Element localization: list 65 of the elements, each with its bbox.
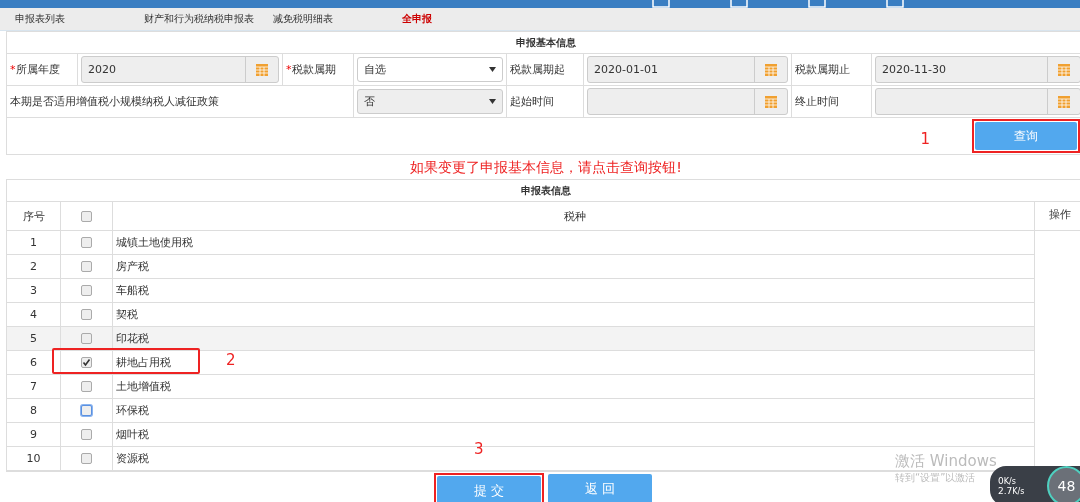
calendar-icon [1058, 63, 1070, 76]
table-cell: 2 [7, 254, 61, 279]
table-cell: 印花税 [112, 326, 1035, 351]
date-field[interactable] [875, 88, 1080, 115]
checkbox[interactable] [81, 453, 92, 465]
checkbox[interactable] [81, 357, 92, 369]
document-icon[interactable] [652, 0, 670, 8]
callout-number: 1 [920, 130, 930, 148]
table-cell: 8 [7, 398, 61, 423]
checkbox[interactable] [81, 285, 92, 297]
field-label: 终止时间 [795, 94, 839, 109]
tab[interactable]: 全申报 [396, 12, 525, 26]
column-header: 序号 [7, 202, 61, 231]
notice-text: 如果变更了申报基本信息，请点击查询按钮! [409, 158, 683, 177]
calendar-icon [765, 63, 777, 76]
section-title: 申报基本信息 [7, 32, 1080, 54]
field-label: 起始时间 [510, 94, 554, 109]
column-header: 税种 [112, 202, 1035, 231]
section-title: 申报表信息 [7, 180, 1080, 202]
calendar-icon [1058, 95, 1070, 108]
table-cell: 4 [7, 302, 61, 327]
date-field[interactable] [587, 88, 788, 115]
date-field[interactable]: 2020 [81, 56, 279, 83]
table-cell: 5 [7, 326, 61, 351]
document-icon[interactable] [886, 0, 904, 8]
checkbox[interactable] [81, 211, 92, 222]
callout-number: 2 [226, 351, 236, 369]
checkbox[interactable] [81, 381, 92, 393]
column-header: 操作 [1034, 202, 1080, 231]
checkbox[interactable] [81, 261, 92, 273]
field-label: 本期是否适用增值税小规模纳税人减征政策 [10, 94, 219, 109]
table-cell: 10 [7, 446, 61, 471]
document-icon[interactable] [730, 0, 748, 8]
upload-speed: 0K/s [998, 476, 1017, 486]
tab[interactable]: 财产和行为税纳税申报表 [138, 12, 267, 26]
calendar-icon [765, 95, 777, 108]
usage-gauge: 48 [1046, 466, 1080, 502]
checkbox[interactable] [81, 429, 92, 441]
dropdown[interactable]: 自选 [357, 57, 503, 82]
table-cell: 3 [7, 278, 61, 303]
field-label: 税款属期起 [510, 62, 565, 77]
calendar-icon [256, 63, 268, 76]
activation-title: 激活 Windows [895, 452, 997, 471]
field-label: 税款属期 [291, 62, 336, 77]
checkbox[interactable] [81, 405, 92, 417]
caret-icon [489, 99, 496, 104]
checkbox[interactable] [81, 237, 92, 249]
checkbox[interactable] [81, 333, 92, 345]
table-cell: 6 [7, 350, 61, 375]
table-cell: 1 [7, 230, 61, 255]
table-cell: 城镇土地使用税 [112, 230, 1035, 255]
required-mark: * [10, 63, 16, 76]
date-field[interactable]: 2020-11-30 [875, 56, 1080, 83]
tab[interactable]: 减免税明细表 [267, 12, 396, 26]
document-icon[interactable] [808, 0, 826, 8]
table-cell: 7 [7, 374, 61, 399]
checkbox[interactable] [81, 309, 92, 321]
table-cell: 9 [7, 422, 61, 447]
field-label: 税款属期止 [795, 62, 850, 77]
required-mark: * [286, 63, 292, 76]
field-label: 所属年度 [15, 62, 60, 77]
caret-icon [489, 67, 496, 72]
date-field[interactable]: 2020-01-01 [587, 56, 788, 83]
tab[interactable]: 申报表列表 [9, 12, 138, 26]
download-speed: 2.7K/s [998, 486, 1026, 496]
